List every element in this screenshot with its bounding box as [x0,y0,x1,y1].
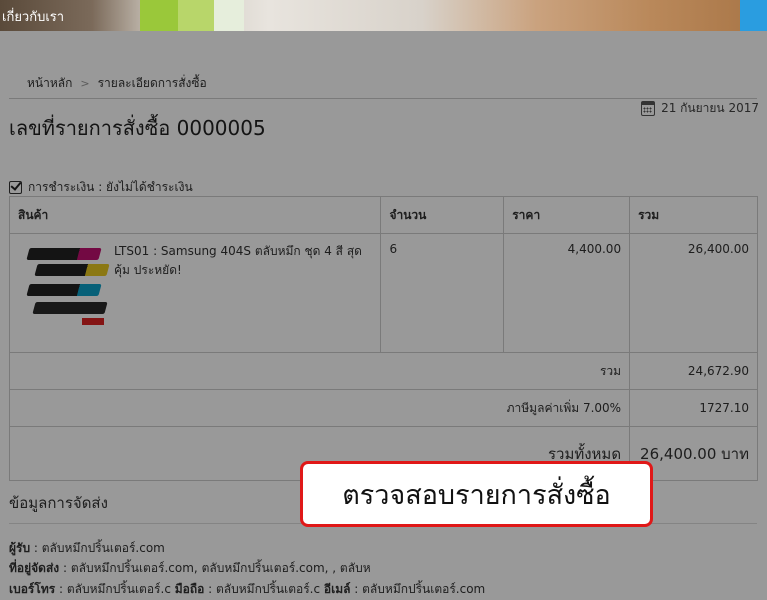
banner-swatch [178,0,214,31]
header-banner: เกี่ยวกับเรา [0,0,767,31]
about-us-link[interactable]: เกี่ยวกับเรา [0,6,64,27]
banner-swatch [214,0,244,31]
callout-text: ตรวจสอบรายการสั่งซื้อ [342,479,611,511]
banner-swatch [140,0,178,31]
banner-swatch [740,0,767,31]
tutorial-callout: ตรวจสอบรายการสั่งซื้อ [300,461,653,527]
